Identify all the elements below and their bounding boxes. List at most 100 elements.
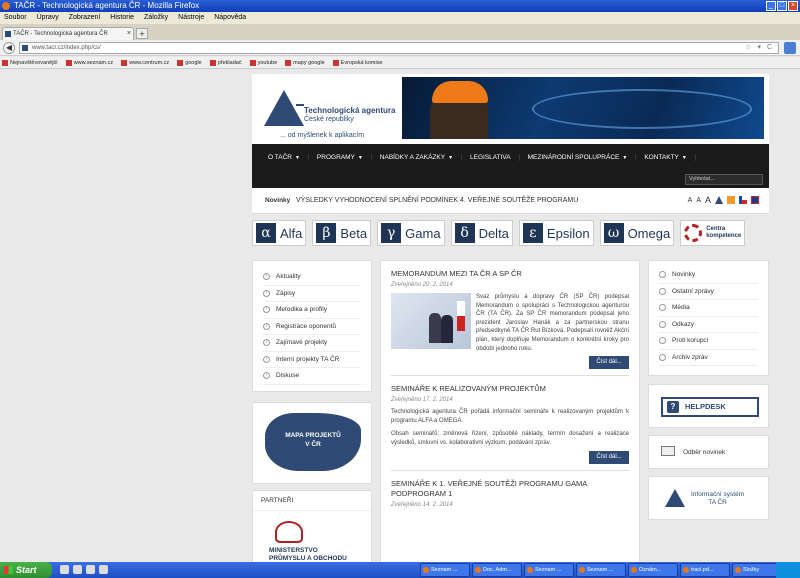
minimize-icon[interactable]: _ [766, 1, 776, 11]
menu-historie[interactable]: Historie [110, 12, 134, 24]
article-title[interactable]: Semináře k 1. veřejné soutěži programu G… [391, 479, 629, 499]
alpha-icon: α [256, 223, 276, 243]
quick-launch-icon[interactable] [99, 565, 108, 574]
sidebar-item-media[interactable]: Média [659, 300, 758, 317]
bullet-icon [659, 304, 666, 312]
bookmark-icon [2, 59, 8, 66]
bookmark-item[interactable]: Evropská komise [332, 57, 383, 68]
taskbar-item[interactable]: Doc. Adm... [472, 563, 522, 577]
sidebar-item-registrace[interactable]: › Registrace oponentů [263, 319, 361, 335]
quick-launch-icon[interactable] [86, 565, 95, 574]
program-centra-kompetence[interactable]: Centra kompetence [680, 220, 746, 246]
news-ticker-headline[interactable]: Výsledky vyhodnocení splnění podmínek 4.… [296, 197, 578, 204]
information-system-link[interactable]: Informační systém TA ČR [648, 476, 769, 520]
sidebar-item-zapisy[interactable]: › Zápisy [263, 286, 361, 302]
menu-upravy[interactable]: Úpravy [37, 12, 59, 24]
sidebar-item-archiv[interactable]: Archiv zpráv [659, 350, 758, 366]
bookmark-item[interactable]: youtube [249, 57, 277, 68]
helpdesk-box: ? HELPDESK [648, 384, 769, 428]
taskbar-tasks: Seznam ... Doc. Adm... Seznam ... Seznam… [420, 563, 782, 577]
close-icon[interactable]: × [788, 1, 798, 11]
menu-nastroje[interactable]: Nástroje [178, 12, 204, 24]
english-flag-icon[interactable] [751, 196, 759, 204]
nav-item-o-tacr[interactable]: O TAČR ▼ [260, 153, 309, 161]
quick-launch-icon[interactable] [73, 565, 82, 574]
tacr-logo-icon[interactable] [264, 90, 304, 126]
addon-icon[interactable] [784, 42, 796, 54]
gamma-icon: γ [381, 223, 402, 243]
menu-soubor[interactable]: Soubor [4, 12, 27, 24]
taskbar-item[interactable]: Složky [732, 563, 782, 577]
nav-item-kontakty[interactable]: Kontakty ▼ [636, 153, 696, 161]
tacr-favicon-icon [5, 31, 11, 37]
maximize-icon[interactable]: □ [777, 1, 787, 11]
tab-close-icon[interactable]: × [127, 28, 131, 40]
read-more-button[interactable]: Číst dál... [589, 356, 629, 370]
sidebar-item-ostatni[interactable]: Ostatní zprávy [659, 284, 758, 300]
sidebar-item-diskuse[interactable]: › Diskuse [263, 368, 361, 385]
program-epsilon[interactable]: ε Epsilon [518, 220, 594, 246]
tacr-home-icon[interactable] [715, 196, 723, 204]
window-controls: _ □ × [766, 1, 798, 11]
program-gama[interactable]: γ Gama [377, 220, 445, 246]
address-bar[interactable]: www.tacr.cz/index.php/cs/ ☆ ▾ C [19, 42, 779, 54]
czech-flag-icon[interactable] [739, 196, 747, 204]
quick-launch-icon[interactable] [60, 565, 69, 574]
program-links: α Alfa β Beta γ Gama δ Delta ε Epsilon ω Omega… [252, 220, 769, 250]
taskbar-item[interactable]: Seznam ... [420, 563, 470, 577]
bullet-icon [659, 337, 666, 345]
rss-icon[interactable] [727, 196, 735, 204]
font-large-button[interactable]: A [705, 195, 711, 205]
nav-item-mezinarodni[interactable]: Mezinárodní spolupráce ▼ [520, 153, 637, 161]
new-tab-button[interactable]: + [136, 28, 148, 39]
taskbar-item[interactable]: Seznam ... [524, 563, 574, 577]
sidebar-item-novinky[interactable]: Novinky [659, 267, 758, 284]
nav-item-nabidky[interactable]: Nabídky a zakázky ▼ [372, 153, 463, 161]
nav-item-legislativa[interactable]: Legislativa [462, 153, 520, 161]
taskbar-item[interactable]: tracl.pd... [680, 563, 730, 577]
article-body: Technologická agentura ČR pořádá informa… [391, 409, 629, 424]
mpo-logo-text[interactable]: Ministerstvo průmyslu a obchodu [269, 547, 347, 562]
menu-zobrazeni[interactable]: Zobrazení [69, 12, 101, 24]
partners-box: Partneři Ministerstvo průmyslu a obchodu [252, 490, 372, 562]
program-beta[interactable]: β Beta [312, 220, 372, 246]
sidebar-item-korupce[interactable]: Proti korupci [659, 333, 758, 350]
read-more-button[interactable]: Číst dál... [589, 450, 629, 464]
article-date: Zveřejněno 20. 2. 2014 [391, 282, 453, 288]
article-photo [391, 293, 471, 349]
sidebar-item-aktuality[interactable]: › Aktuality [263, 269, 361, 286]
article-title[interactable]: Memorandum mezi TA ČR a SP ČR [391, 269, 629, 279]
mpo-logo-icon[interactable] [275, 521, 303, 543]
helpdesk-button[interactable]: ? HELPDESK [661, 397, 759, 417]
program-alfa[interactable]: α Alfa [252, 220, 307, 246]
browser-tab[interactable]: TAČR - Technologická agentura ČR × [2, 27, 134, 40]
project-map-link[interactable]: MAPA PROJEKTŮ V ČR [252, 402, 372, 484]
article-title[interactable]: Semináře k realizovaným projektům [391, 384, 629, 394]
article-date: Zveřejněno 14. 2. 2014 [391, 501, 453, 508]
news-article: Semináře k realizovaným projektům Zveřej… [391, 384, 629, 471]
bookmark-item[interactable]: překladač [209, 57, 242, 68]
taskbar-item[interactable]: Oznám... [628, 563, 678, 577]
program-delta[interactable]: δ Delta [450, 220, 513, 246]
site-search-input[interactable]: Vyhledat... [685, 174, 763, 185]
sidebar-item-interni[interactable]: › Interní projekty TA ČR [263, 352, 361, 368]
font-medium-button[interactable]: A [696, 197, 701, 204]
tacr-logo-icon [665, 489, 685, 507]
sidebar-item-zajimave[interactable]: › Zajímavé projekty [263, 335, 361, 352]
font-small-button[interactable]: A [688, 197, 693, 204]
bookmark-item[interactable]: Nejnavštěvovanější [2, 57, 58, 68]
menu-zalozky[interactable]: Záložky [144, 12, 168, 24]
bookmark-item[interactable]: mapy google [285, 57, 325, 68]
back-button[interactable]: ◀ [3, 42, 15, 54]
program-omega[interactable]: ω Omega [599, 220, 675, 246]
sidebar-item-metodika[interactable]: › Metodika a profily [263, 302, 361, 319]
start-button[interactable]: Start [0, 562, 52, 578]
bookmark-item[interactable]: www.seznam.cz [65, 57, 113, 68]
menu-napoveda[interactable]: Nápověda [214, 12, 246, 24]
newsletter-link[interactable]: Odběr novinek [648, 435, 769, 469]
sidebar-item-odkazy[interactable]: Odkazy [659, 317, 758, 333]
bookmark-item[interactable]: www.centrum.cz [121, 57, 169, 68]
bookmark-item[interactable]: google [177, 57, 202, 68]
taskbar-item[interactable]: Seznam ... [576, 563, 626, 577]
nav-item-programy[interactable]: Programy ▼ [309, 153, 372, 161]
